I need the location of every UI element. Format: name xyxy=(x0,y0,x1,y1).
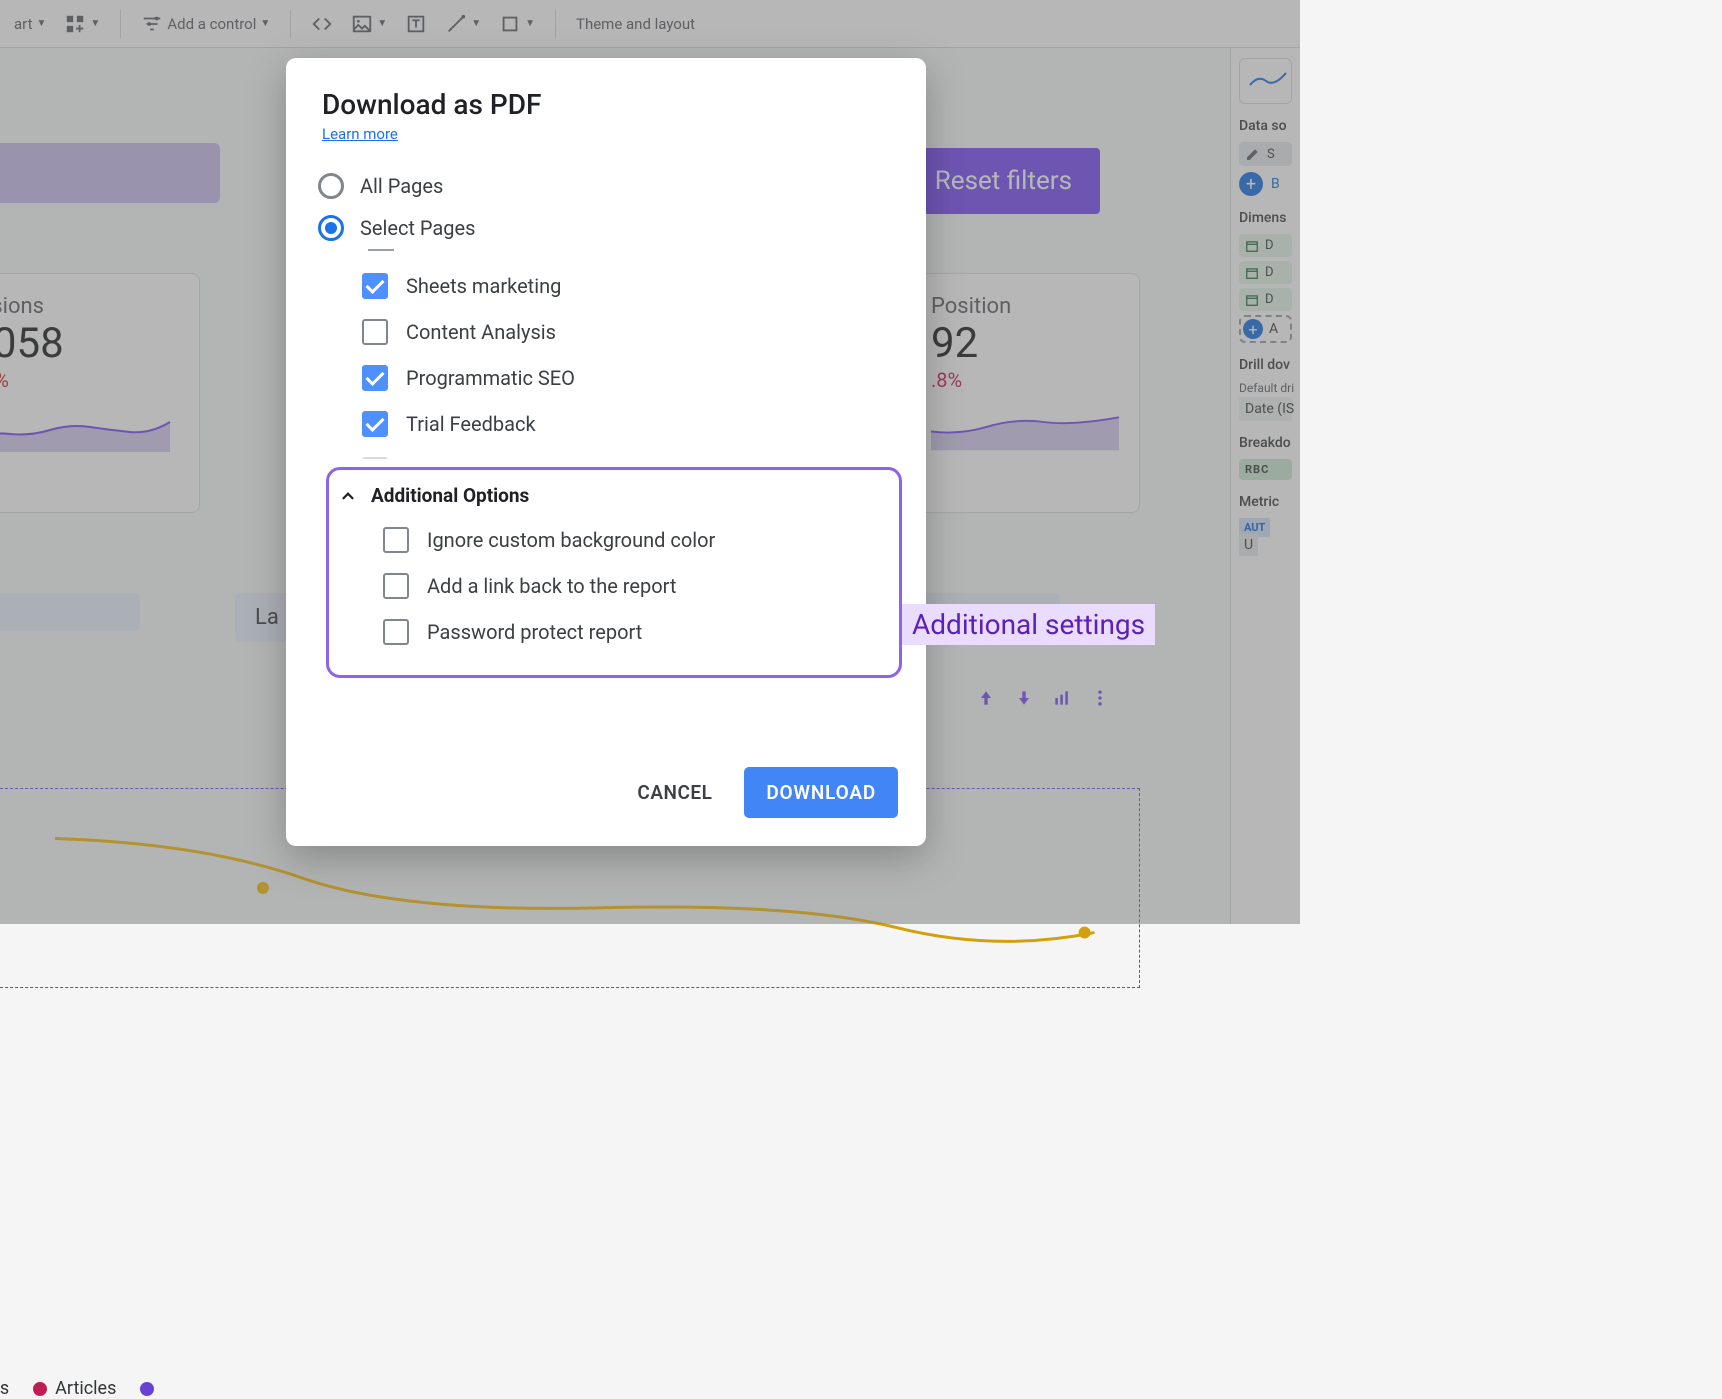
checkbox-icon xyxy=(362,319,388,345)
metric-row[interactable]: AUT U xyxy=(1239,518,1292,553)
impressions-card: ressions 6,058 -1.2% xyxy=(0,273,200,513)
checkbox-icon xyxy=(362,365,388,391)
radio-icon xyxy=(318,215,344,241)
additional-options-toggle[interactable]: Additional Options xyxy=(339,484,881,507)
download-pdf-dialog: Download as PDF Learn more All Pages Sel… xyxy=(286,58,926,846)
checkbox-icon xyxy=(362,273,388,299)
shape-button[interactable]: ▼ xyxy=(493,9,541,39)
legend-articles: Articles xyxy=(33,1378,116,1399)
right-properties-panel: Data so S + B Dimens D D D +A Drill dov … xyxy=(1230,48,1300,924)
line-button[interactable]: ▼ xyxy=(439,9,487,39)
pages-list[interactable]: Sheets marketing Content Analysis Progra… xyxy=(362,249,926,459)
sort-desc-icon[interactable] xyxy=(1014,688,1034,712)
download-button[interactable]: DOWNLOAD xyxy=(744,767,898,818)
dimension-chip-1[interactable]: D xyxy=(1239,234,1292,257)
radio-icon xyxy=(318,173,344,199)
pencil-icon xyxy=(1245,146,1261,162)
position-delta: .8% xyxy=(931,368,1119,392)
plus-icon: + xyxy=(1239,172,1263,196)
impressions-sparkline xyxy=(0,392,179,452)
theme-layout-button[interactable]: Theme and layout xyxy=(570,11,701,37)
dimension-chip-2[interactable]: D xyxy=(1239,261,1292,284)
page-checkbox-cutoff[interactable] xyxy=(362,447,906,459)
toolbar: art▼ ▼ Add a control▼ ▼ ▼ ▼ Theme and la… xyxy=(0,0,1300,48)
chart-action-toolbar xyxy=(976,688,1110,712)
checkbox-icon xyxy=(362,457,388,459)
calendar-icon xyxy=(1245,293,1259,307)
more-icon[interactable] xyxy=(1090,688,1110,712)
reset-filters-button[interactable]: Reset filters xyxy=(907,148,1100,214)
drill-down-heading: Drill dov xyxy=(1239,357,1292,373)
option-password-protect[interactable]: Password protect report xyxy=(383,609,881,655)
default-drill-label: Default dri xyxy=(1239,381,1292,395)
image-button[interactable]: ▼ xyxy=(345,9,393,39)
purple-block xyxy=(0,143,220,203)
chevron-up-icon xyxy=(339,487,357,505)
option-link-back[interactable]: Add a link back to the report xyxy=(383,563,881,609)
dialog-title: Download as PDF xyxy=(322,88,890,121)
data-source-chip[interactable]: S xyxy=(1239,142,1292,166)
checkbox-icon xyxy=(383,527,409,553)
page-checkbox-content-analysis[interactable]: Content Analysis xyxy=(362,309,906,355)
add-dimension-button[interactable]: +A xyxy=(1239,315,1292,343)
breakdown-heading: Breakdo xyxy=(1239,435,1292,451)
list-cut-indicator xyxy=(368,249,394,251)
chart-menu[interactable]: art▼ xyxy=(8,11,52,37)
page-checkbox-trial-feedback[interactable]: Trial Feedback xyxy=(362,401,906,447)
page-checkbox-programmatic-seo[interactable]: Programmatic SEO xyxy=(362,355,906,401)
radio-select-pages[interactable]: Select Pages xyxy=(314,207,926,249)
checkbox-icon xyxy=(383,573,409,599)
sort-asc-icon[interactable] xyxy=(976,688,996,712)
chart-legend: parisons Articles xyxy=(0,1378,154,1399)
breakdown-chip[interactable]: RBC xyxy=(1239,459,1292,480)
blend-data-row[interactable]: + B xyxy=(1239,172,1292,196)
position-value: 92 xyxy=(931,319,1119,368)
legend-comparisons: parisons xyxy=(0,1378,9,1399)
chart-type-thumb[interactable] xyxy=(1239,58,1292,104)
metric-heading: Metric xyxy=(1239,494,1292,510)
position-label: Position xyxy=(931,294,1119,319)
checkbox-icon xyxy=(383,619,409,645)
impressions-delta: -1.2% xyxy=(0,368,179,392)
option-ignore-background[interactable]: Ignore custom background color xyxy=(383,517,881,563)
text-button[interactable] xyxy=(399,9,433,39)
data-source-heading: Data so xyxy=(1239,118,1292,134)
calendar-icon xyxy=(1245,266,1259,280)
position-sparkline xyxy=(931,392,1119,452)
position-card: Position 92 .8% xyxy=(910,273,1140,513)
learn-more-link[interactable]: Learn more xyxy=(322,125,398,143)
dimension-chip-3[interactable]: D xyxy=(1239,288,1292,311)
impressions-label: ressions xyxy=(0,294,179,319)
page-checkbox-sheets-marketing[interactable]: Sheets marketing xyxy=(362,263,906,309)
embed-button[interactable] xyxy=(305,9,339,39)
radio-all-pages[interactable]: All Pages xyxy=(314,165,926,207)
drill-field[interactable]: Date (IS xyxy=(1239,397,1292,421)
additional-options-section: Additional Options Ignore custom backgro… xyxy=(326,467,902,678)
checkbox-icon xyxy=(362,411,388,437)
community-viz-button[interactable]: ▼ xyxy=(58,9,106,39)
add-control-button[interactable]: Add a control▼ xyxy=(135,9,276,39)
dropdown-1[interactable]: ▼ xyxy=(0,593,140,631)
calendar-icon xyxy=(1245,239,1259,253)
legend-purple xyxy=(140,1382,154,1396)
impressions-value: 6,058 xyxy=(0,319,179,368)
cancel-button[interactable]: CANCEL xyxy=(623,771,726,814)
export-icon[interactable] xyxy=(1052,688,1072,712)
annotation-callout: Additional settings xyxy=(902,604,1155,645)
dimensions-heading: Dimens xyxy=(1239,210,1292,226)
